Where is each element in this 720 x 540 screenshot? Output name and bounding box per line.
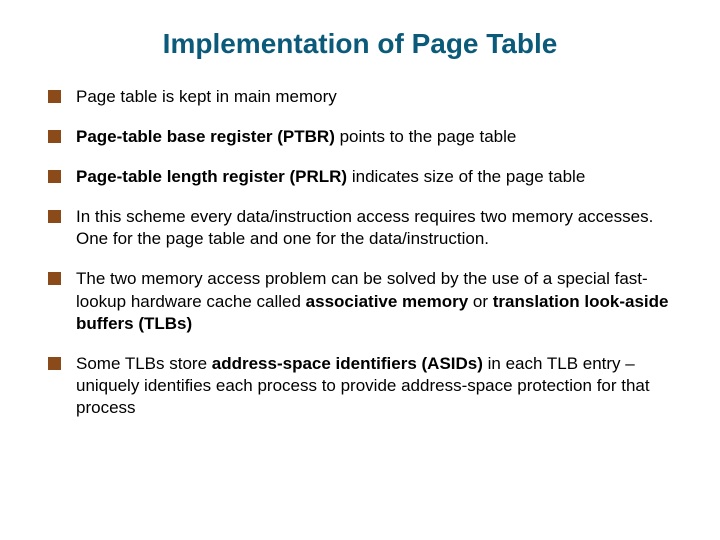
list-item: Page-table base register (PTBR) points t…: [48, 126, 672, 148]
bullet-list: Page table is kept in main memory Page-t…: [48, 86, 672, 419]
slide-title: Implementation of Page Table: [48, 28, 672, 60]
list-item: Some TLBs store address-space identifier…: [48, 353, 672, 419]
bullet-text: indicates size of the page table: [347, 167, 585, 186]
bullet-text: or: [468, 292, 493, 311]
list-item: In this scheme every data/instruction ac…: [48, 206, 672, 250]
bullet-bold: Page-table length register (PRLR): [76, 167, 347, 186]
bullet-bold: address-space identifiers (ASIDs): [212, 354, 483, 373]
bullet-text: points to the page table: [335, 127, 516, 146]
bullet-text: In this scheme every data/instruction ac…: [76, 207, 653, 248]
slide: Implementation of Page Table Page table …: [0, 0, 720, 540]
list-item: Page-table length register (PRLR) indica…: [48, 166, 672, 188]
bullet-text: Page table is kept in main memory: [76, 87, 337, 106]
bullet-bold: Page-table base register (PTBR): [76, 127, 335, 146]
bullet-text: Some TLBs store: [76, 354, 212, 373]
list-item: Page table is kept in main memory: [48, 86, 672, 108]
list-item: The two memory access problem can be sol…: [48, 268, 672, 334]
bullet-bold: associative memory: [306, 292, 469, 311]
